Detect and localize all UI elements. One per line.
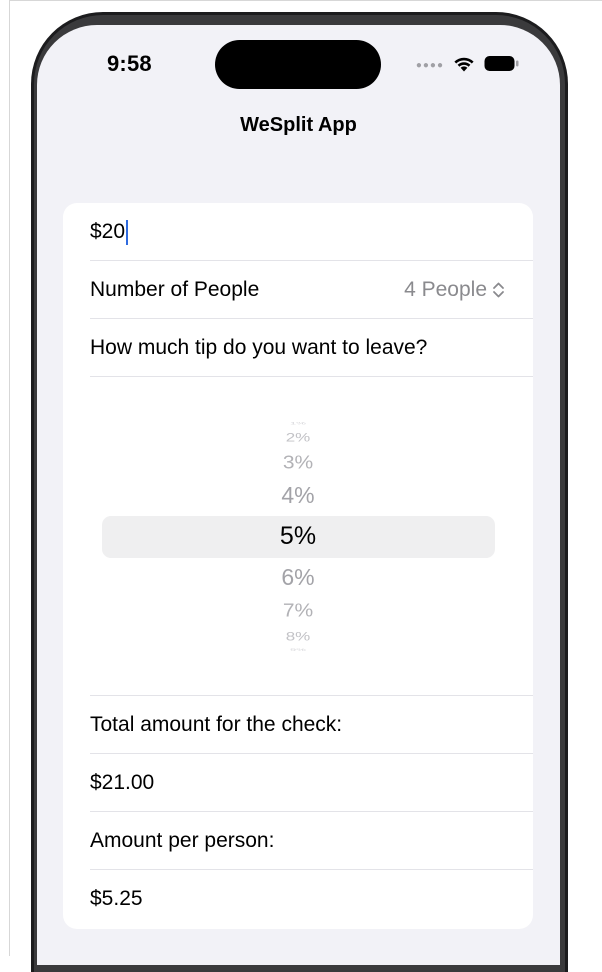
- text-cursor: [126, 219, 129, 245]
- status-time: 9:58: [107, 51, 152, 76]
- per-person-value: $5.25: [90, 887, 143, 910]
- total-label-row: Total amount for the check:: [90, 696, 533, 754]
- dynamic-island: [215, 40, 381, 89]
- tip-option[interactable]: 1%: [63, 422, 533, 425]
- phone-screen: 9:58 ●●●● WeSplit App $20 Number of Peop…: [37, 25, 560, 965]
- tip-option-selected[interactable]: 5%: [63, 524, 533, 549]
- people-value[interactable]: 4 People: [404, 278, 487, 302]
- tip-prompt-row: How much tip do you want to leave?: [90, 319, 533, 377]
- per-person-value-row: $5.25: [90, 870, 533, 928]
- tip-option[interactable]: 2%: [63, 432, 533, 444]
- tip-option[interactable]: 8%: [63, 631, 533, 643]
- per-person-label-row: Amount per person:: [90, 812, 533, 870]
- amount-input-value[interactable]: $20: [90, 220, 125, 244]
- people-row[interactable]: Number of People 4 People: [90, 261, 533, 319]
- tip-option[interactable]: 9%: [63, 649, 533, 652]
- tip-picker[interactable]: 1% 2% 3% 4% 5% 6% 7% 8% 9%: [63, 378, 533, 695]
- amount-field[interactable]: $20: [90, 203, 533, 261]
- total-value-row: $21.00: [90, 754, 533, 812]
- wifi-icon: [454, 57, 474, 71]
- chevron-up-down-icon: [493, 282, 504, 298]
- people-label: Number of People: [90, 278, 260, 301]
- total-label: Total amount for the check:: [90, 713, 343, 736]
- tip-option[interactable]: 4%: [63, 484, 533, 507]
- form-card: $20 Number of People 4 People How much t…: [63, 203, 533, 929]
- nav-title: WeSplit App: [240, 114, 357, 136]
- tip-prompt-label: How much tip do you want to leave?: [90, 336, 428, 359]
- tip-option[interactable]: 6%: [63, 566, 533, 589]
- signal-dots-icon: ●●●●: [415, 60, 444, 71]
- tip-option[interactable]: 7%: [63, 601, 533, 620]
- tip-option[interactable]: 3%: [63, 453, 533, 472]
- battery-icon: [484, 56, 519, 71]
- total-value: $21.00: [90, 771, 155, 794]
- per-person-label: Amount per person:: [90, 829, 275, 852]
- people-picker[interactable]: 4 People: [404, 278, 505, 302]
- status-icons: ●●●●: [416, 55, 520, 72]
